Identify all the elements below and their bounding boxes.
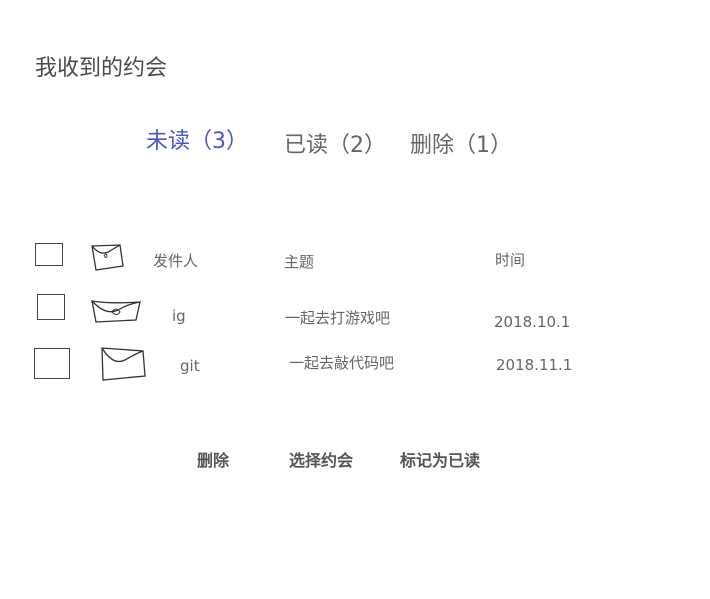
row-time: 2018.11.1 [496,356,573,374]
tab-deleted[interactable]: 删除（1） [410,127,512,159]
select-appointment-button[interactable]: 选择约会 [289,447,353,471]
row-checkbox[interactable] [34,348,70,379]
mark-read-button[interactable]: 标记为已读 [400,447,480,471]
envelope-icon [90,298,144,326]
row-subject[interactable]: 一起去敲代码吧 [289,352,394,373]
envelope-icon [99,344,149,382]
delete-button[interactable]: 删除 [197,447,229,471]
envelope-icon [90,242,126,272]
row-checkbox[interactable] [37,294,65,320]
select-all-checkbox[interactable] [35,243,63,266]
tab-read[interactable]: 已读（2） [284,127,386,159]
row-time: 2018.10.1 [494,313,571,331]
row-subject[interactable]: 一起去打游戏吧 [285,307,390,328]
column-header-subject: 主题 [284,253,315,271]
row-sender: ig [172,307,186,325]
column-header-time: 时间 [495,251,526,269]
column-header-sender: 发件人 [153,252,199,270]
page-title: 我收到的约会 [35,56,168,81]
tab-unread[interactable]: 未读（3） [146,123,248,155]
row-sender: git [180,357,200,375]
